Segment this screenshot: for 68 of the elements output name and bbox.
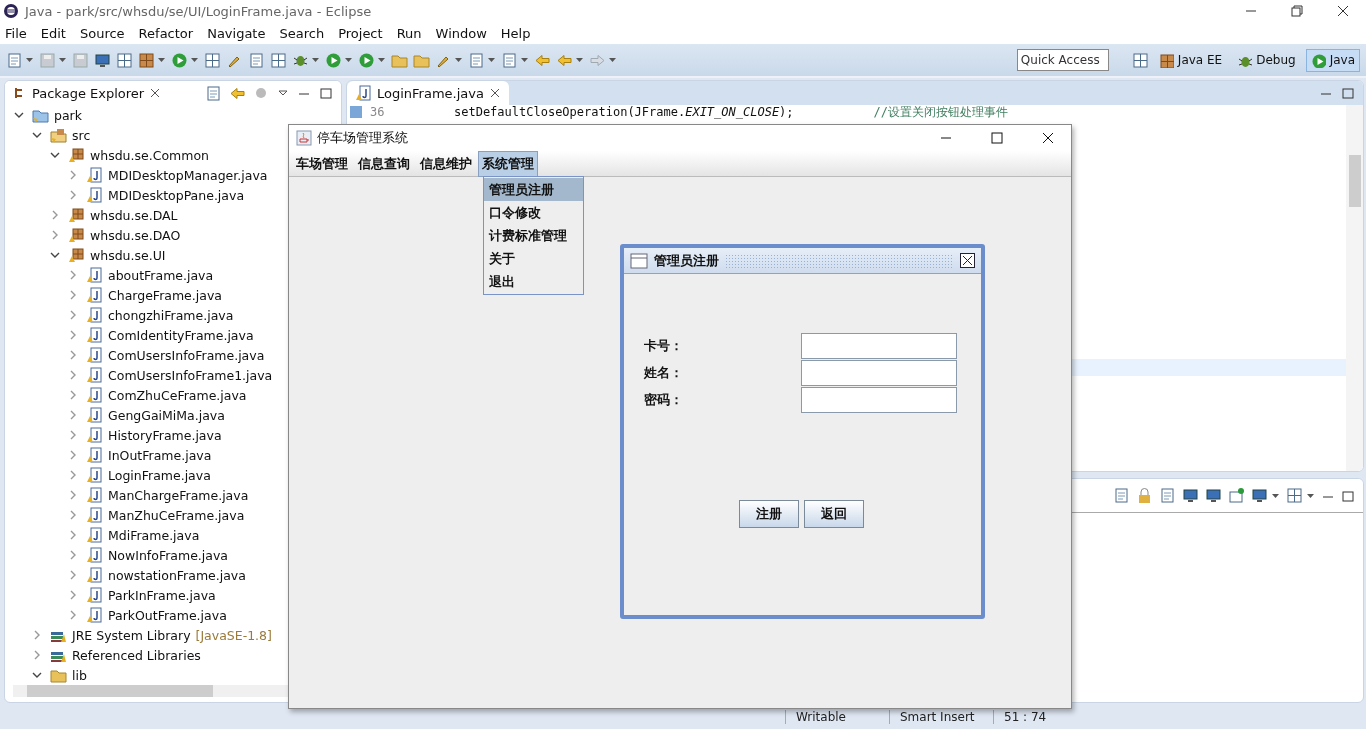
tree-item[interactable]: ChargeFrame.java	[5, 285, 226, 305]
dialog-title: 管理员注册	[654, 251, 719, 270]
library-version: [JavaSE-1.8]	[195, 627, 272, 643]
status-text: Smart Insert	[889, 710, 993, 724]
tree-item[interactable]: InOutFrame.java	[5, 445, 216, 465]
menu-item[interactable]: 信息维护	[416, 150, 476, 177]
tree-item[interactable]: whsdu.se.Common	[5, 145, 213, 165]
menu-item[interactable]: Edit	[40, 25, 66, 41]
menu-option[interactable]: 计费标准管理	[484, 224, 583, 247]
tree-item[interactable]: ManZhuCeFrame.java	[5, 505, 249, 525]
menu-item[interactable]: 信息查询	[354, 150, 414, 177]
menu-item[interactable]: Help	[500, 25, 531, 41]
dialog-button[interactable]: 返回	[804, 500, 864, 528]
code-comment: //设置关闭按钮处理事件	[873, 105, 1008, 119]
menu-item[interactable]: Search	[279, 25, 325, 41]
perspective-button[interactable]: Java	[1305, 48, 1360, 72]
quick-access-field[interactable]: Quick Access	[1016, 49, 1109, 71]
tree-item[interactable]: MDIDesktopPane.java	[5, 185, 249, 205]
tree-item[interactable]: ParkOutFrame.java	[5, 605, 231, 625]
tree-item[interactable]: ParkInFrame.java	[5, 585, 220, 605]
tree-item[interactable]: whsdu.se.UI	[5, 245, 170, 265]
menu-item[interactable]: Project	[338, 25, 383, 41]
tree-item[interactable]: ComZhuCeFrame.java	[5, 385, 251, 405]
menu-item[interactable]: Source	[79, 25, 125, 41]
window-title: Java - park/src/whsdu/se/UI/LoginFrame.java - Eclipse	[25, 3, 372, 19]
tree-item[interactable]: lib	[5, 665, 91, 685]
perspective-button[interactable]: Debug	[1232, 48, 1301, 72]
perspective-button[interactable]: Java EE	[1153, 48, 1228, 72]
tree-item[interactable]: ComIdentityFrame.java	[5, 325, 258, 345]
tree-item[interactable]: park	[5, 105, 86, 125]
tree-item[interactable]: GengGaiMiMa.java	[5, 405, 229, 425]
editor-tab[interactable]: LoginFrame.java	[347, 81, 509, 105]
dialog-button[interactable]: 注册	[739, 500, 799, 528]
status-text: 51 : 74	[993, 710, 1097, 724]
tree-item[interactable]: JRE System Library [JavaSE-1.8]	[5, 625, 276, 645]
tree-item[interactable]: MdiFrame.java	[5, 525, 204, 545]
tree-item[interactable]: whsdu.se.DAO	[5, 225, 185, 245]
menu-item[interactable]: Run	[396, 25, 422, 41]
tree-item[interactable]: ComUsersInfoFrame.java	[5, 345, 269, 365]
menu-item[interactable]: File	[5, 25, 27, 41]
line-number: 36	[370, 105, 386, 119]
tree-item[interactable]: ComUsersInfoFrame1.java	[5, 365, 277, 385]
tree-item[interactable]: HistoryFrame.java	[5, 425, 226, 445]
menu-item[interactable]: Refactor	[138, 25, 194, 41]
menu-option[interactable]: 退出	[484, 270, 583, 293]
field-label: 姓名：	[644, 364, 684, 382]
tree-item[interactable]: ManChargeFrame.java	[5, 485, 253, 505]
menu-item[interactable]: 系统管理	[478, 150, 538, 177]
tree-item[interactable]: aboutFrame.java	[5, 265, 218, 285]
tree-item[interactable]: src	[5, 125, 95, 145]
field-label: 卡号：	[644, 337, 684, 355]
tree-item[interactable]: nowstationFrame.java	[5, 565, 250, 585]
tree-item[interactable]: chongzhiFrame.java	[5, 305, 238, 325]
window-title: 停车场管理系统	[317, 129, 408, 147]
tree-item[interactable]: MDIDesktopManager.java	[5, 165, 272, 185]
menu-option[interactable]: 口令修改	[484, 201, 583, 224]
menu-item[interactable]: Window	[435, 25, 487, 41]
menu-item[interactable]: 车场管理	[292, 150, 352, 177]
status-text: Writable	[785, 710, 889, 724]
menu-option[interactable]: 关于	[484, 247, 583, 270]
tree-item[interactable]: Referenced Libraries	[5, 645, 205, 665]
field-label: 密码：	[644, 391, 684, 409]
menu-option[interactable]: 管理员注册	[484, 178, 583, 201]
tree-item[interactable]: whsdu.se.DAL	[5, 205, 182, 225]
tree-item[interactable]: LoginFrame.java	[5, 465, 215, 485]
code-line: setDefaultCloseOperation(JFrame.EXIT_ON_CLOSE);	[454, 105, 794, 119]
tree-item[interactable]: NowInfoFrame.java	[5, 545, 232, 565]
menu-item[interactable]: Navigate	[207, 25, 266, 41]
